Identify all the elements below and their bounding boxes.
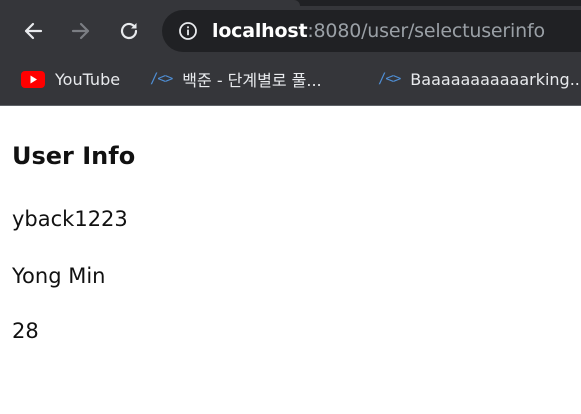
user-name-text: Yong Min [12, 264, 106, 288]
bookmark-label: 백준 - 단계별로 풀... [182, 71, 322, 90]
url-path: :8080/user/selectuserinfo [307, 20, 545, 42]
youtube-icon [21, 70, 45, 88]
bookmark-label: YouTube [55, 69, 121, 89]
browser-toolbar: localhost:8080/user/selectuserinfo [0, 6, 581, 56]
code-icon: /<> [150, 71, 173, 87]
user-id-text: yback1223 [12, 207, 128, 231]
page-content: User Info yback1223 Yong Min 28 [0, 106, 581, 414]
back-button[interactable] [17, 15, 49, 47]
bookmark-barking[interactable]: /<> Baaaaaaaaaaarking... [378, 66, 581, 92]
forward-arrow-icon [71, 22, 90, 40]
url-text[interactable]: localhost:8080/user/selectuserinfo [212, 10, 545, 52]
bookmarks-bar: YouTube /<> 백준 - 단계별로 풀... /<> Baaaaaaaa… [0, 56, 581, 105]
reload-button[interactable] [113, 15, 145, 47]
bookmark-youtube[interactable]: YouTube [21, 66, 120, 92]
code-icon: /<> [378, 71, 401, 87]
page-title: User Info [12, 142, 136, 170]
reload-icon [120, 22, 138, 40]
bookmark-label: Baaaaaaaaaaarking... [410, 69, 581, 89]
back-arrow-icon [24, 22, 43, 40]
address-bar[interactable]: localhost:8080/user/selectuserinfo [162, 10, 581, 52]
bookmark-baekjoon[interactable]: /<> 백준 - 단계별로 풀... [150, 66, 322, 92]
url-host: localhost [212, 20, 308, 42]
user-age-text: 28 [12, 319, 39, 343]
browser-chrome: localhost:8080/user/selectuserinfo YouTu… [0, 0, 581, 106]
site-info-icon[interactable] [178, 21, 198, 41]
forward-button[interactable] [65, 15, 97, 47]
